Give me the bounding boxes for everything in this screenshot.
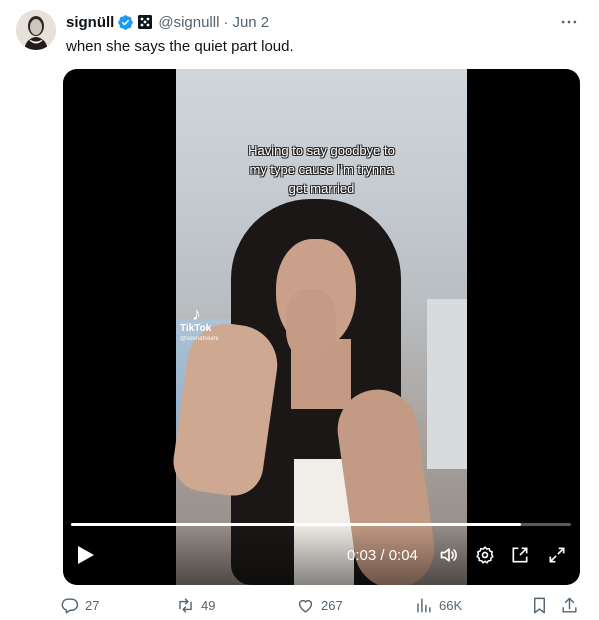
- meta-separator: ·: [223, 13, 229, 31]
- tiktok-watermark-name: TikTok: [180, 323, 212, 334]
- tweet-header: signüll @signulll · Jun 2: [66, 12, 269, 32]
- volume-icon[interactable]: [439, 545, 459, 565]
- fullscreen-icon[interactable]: [547, 545, 567, 565]
- tweet-card[interactable]: signüll @signulll · Jun 2 when she says …: [0, 0, 599, 620]
- bookmark-button[interactable]: [530, 596, 555, 615]
- tiktok-logo-icon: ♪: [192, 304, 201, 324]
- video-controls: 0:03 / 0:04: [63, 523, 580, 585]
- verified-badge-icon: [117, 14, 134, 31]
- reply-count: 27: [85, 598, 100, 613]
- play-icon[interactable]: [77, 545, 95, 565]
- reply-icon: [61, 598, 79, 614]
- like-icon: [298, 599, 313, 613]
- tweet-date[interactable]: Jun 2: [232, 14, 269, 31]
- caption-line: Having to say goodbye to: [248, 143, 395, 158]
- progress-bar[interactable]: [71, 523, 571, 526]
- views-count: 66K: [439, 598, 463, 613]
- like-count: 267: [321, 598, 343, 613]
- progress-fill: [71, 523, 521, 526]
- reply-button[interactable]: 27: [60, 596, 99, 615]
- bookmark-icon: [534, 597, 545, 614]
- video-frame: Having to say goodbye to my type cause I…: [169, 69, 467, 585]
- views-button[interactable]: 66K: [414, 596, 462, 615]
- settings-icon[interactable]: [475, 545, 495, 565]
- popout-icon[interactable]: [510, 545, 530, 565]
- share-button[interactable]: [560, 596, 585, 615]
- caption-line: my type cause I'm trynna: [249, 162, 394, 177]
- tweet-text: when she says the quiet part loud.: [66, 38, 294, 55]
- tiktok-watermark: ♪ TikTok @seenafseeni: [180, 305, 218, 343]
- affiliate-badge-icon: [138, 15, 153, 29]
- caption-line: get married: [288, 181, 355, 196]
- video-caption: Having to say goodbye to my type cause I…: [176, 141, 467, 198]
- video-player[interactable]: Having to say goodbye to my type cause I…: [63, 69, 580, 585]
- avatar-portrait-icon: [16, 10, 56, 50]
- author-display-name[interactable]: signüll: [66, 14, 114, 31]
- repost-count: 49: [201, 598, 216, 613]
- repost-button[interactable]: 49: [176, 596, 215, 615]
- repost-icon: [179, 598, 192, 613]
- figure-hand-on-face: [286, 289, 336, 359]
- views-icon: [417, 598, 431, 613]
- action-bar: 27 49 267 66K: [60, 596, 590, 620]
- more-icon[interactable]: [557, 10, 581, 34]
- author-handle[interactable]: @signulll: [158, 14, 219, 31]
- background-door: [427, 299, 467, 469]
- tiktok-watermark-user: @seenafseeni: [180, 336, 219, 342]
- share-icon: [562, 597, 577, 613]
- time-display: 0:03 / 0:04: [347, 547, 418, 564]
- avatar[interactable]: [16, 10, 56, 50]
- like-button[interactable]: 267: [296, 596, 343, 615]
